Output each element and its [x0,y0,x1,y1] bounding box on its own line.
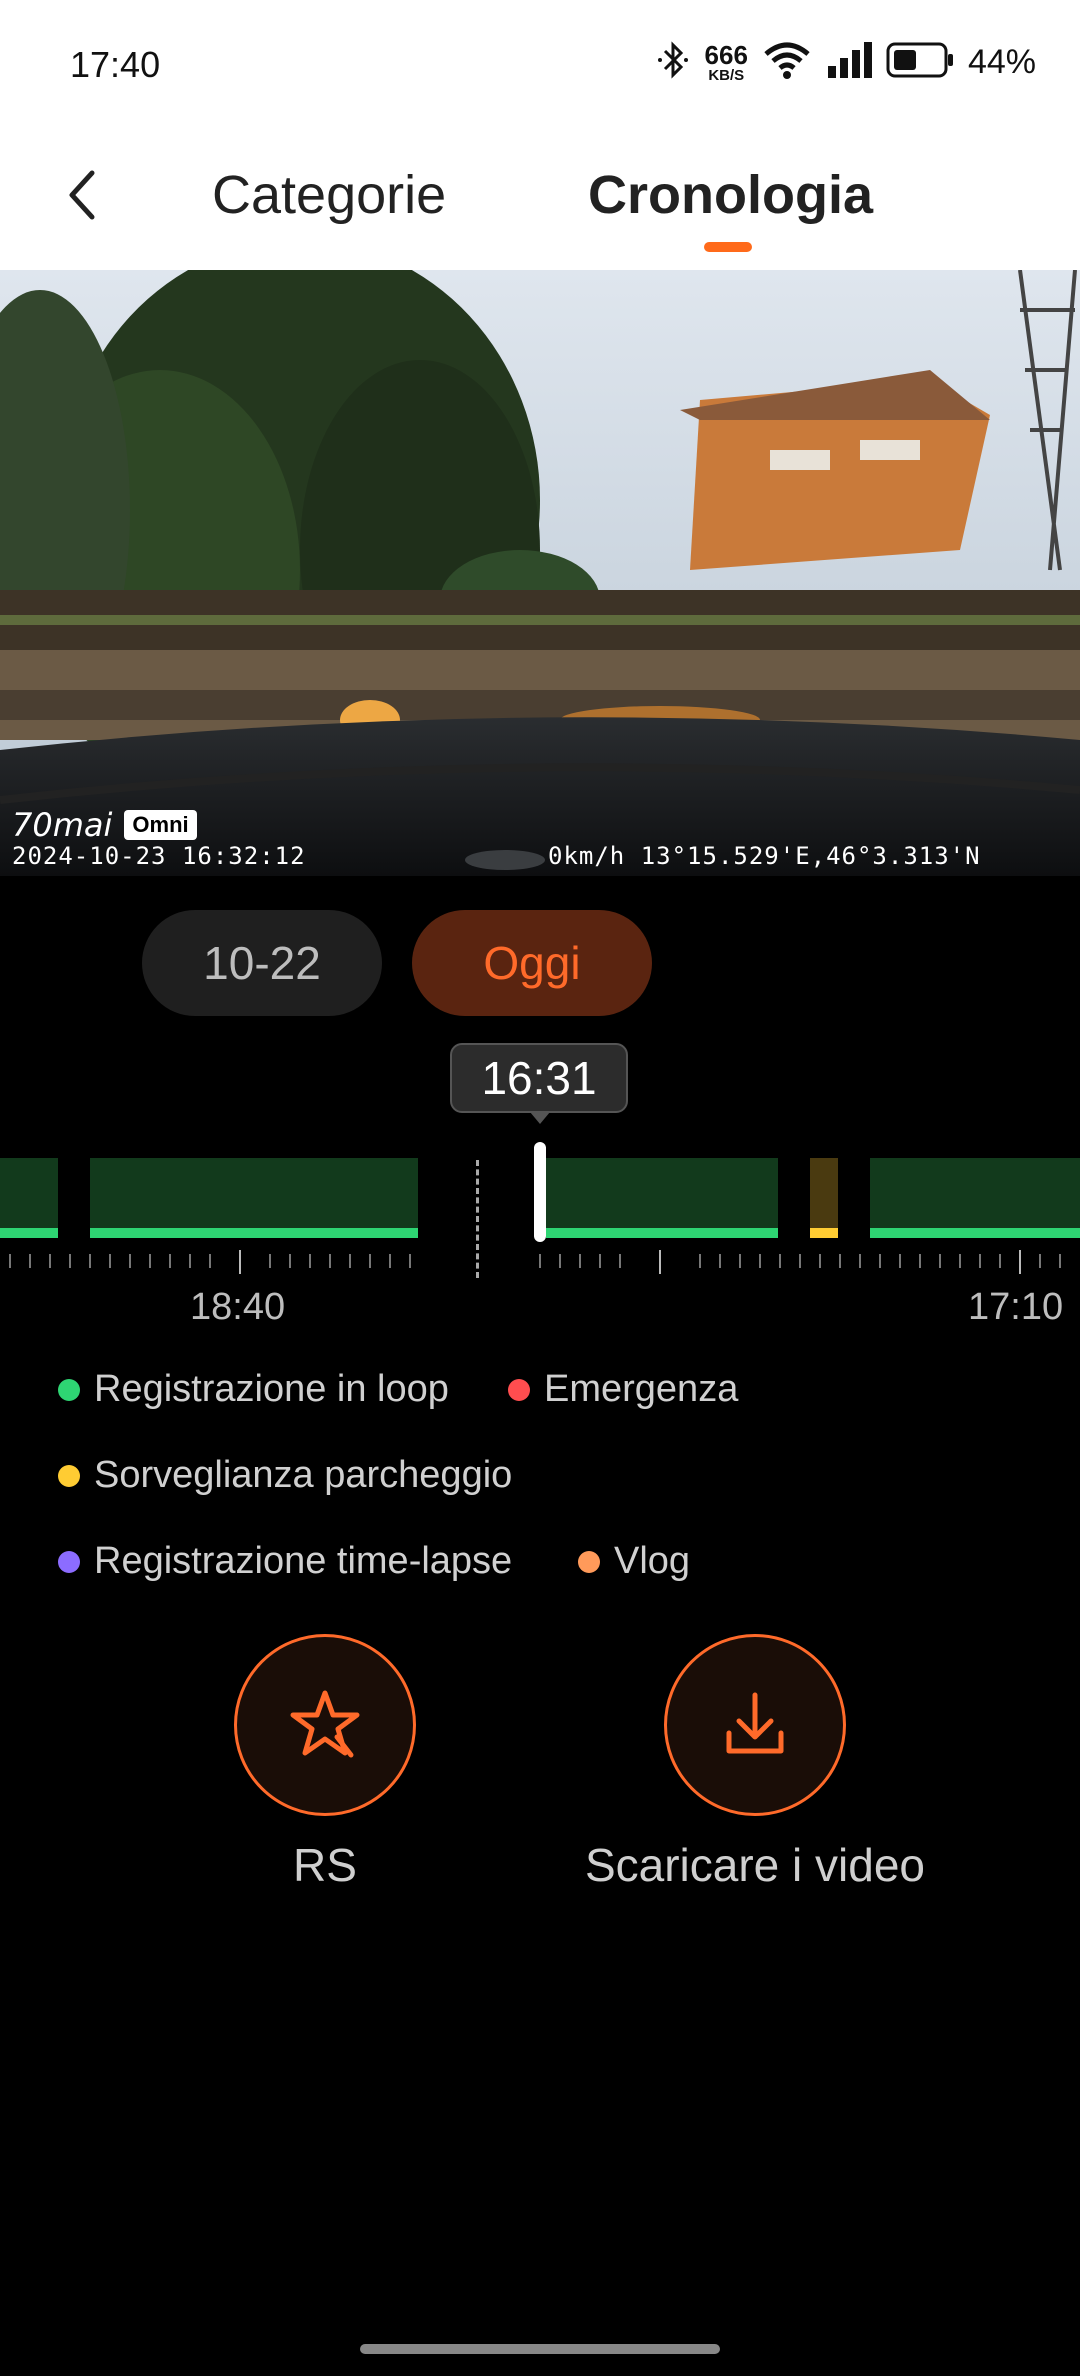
red-dot-icon [508,1378,530,1401]
status-time: 17:40 [70,44,161,85]
battery-icon [886,42,954,83]
video-preview[interactable]: 70mai Omni 2024-10-23 16:32:12 0km/h 13°… [0,270,1080,876]
home-indicator[interactable] [360,2344,720,2354]
bluetooth-icon [657,41,691,84]
model-badge: Omni [124,810,197,840]
rs-label: RS [293,1839,357,1891]
legend-label: Sorveglianza parcheggio [94,1454,513,1496]
chevron-left-icon [69,170,95,220]
legend-item-timelapse: Registrazione time-lapse [58,1540,512,1583]
video-frame-image [0,270,1080,876]
timeline-segment-loop[interactable] [0,1158,58,1238]
timeline-label: 17:10 [968,1286,1064,1328]
net-speed: 666 KB/S [704,40,748,84]
status-icons: 666 KB/S 44% [657,40,1036,85]
tab-cronologia[interactable]: Cronologia [588,165,873,225]
timeline-ruler[interactable] [0,1250,1080,1274]
download-icon [726,1692,784,1754]
tab-categorie[interactable]: Categorie [212,165,446,225]
legend-item-emergency: Emergenza [508,1368,738,1411]
orange-dot-icon [578,1550,600,1573]
download-button[interactable] [664,1634,846,1816]
tooltip-pointer [530,1112,550,1124]
green-dot-icon [58,1378,80,1401]
purple-dot-icon [58,1550,80,1573]
osd-brand: 70mai Omni [12,806,197,844]
battery-percent: 44% [967,43,1036,81]
legend-label: Vlog [614,1540,691,1582]
video-timestamp: 2024-10-23 16:32:12 [12,842,306,870]
wifi-icon [762,40,812,85]
legend-label: Registrazione time-lapse [94,1540,513,1582]
yellow-dot-icon [58,1464,80,1487]
date-chip-previous[interactable]: 10-22 [142,910,382,1016]
timeline-segment-loop[interactable] [546,1158,778,1238]
back-button[interactable] [62,165,102,225]
legend-item-parking: Sorveglianza parcheggio [58,1454,512,1497]
download-label: Scaricare i video [584,1839,926,1891]
timeline-playhead[interactable] [534,1142,546,1242]
rs-button[interactable] [234,1634,416,1816]
date-chip-today[interactable]: Oggi [412,910,652,1016]
brand-logo: 70mai [12,806,113,844]
timeline-segment-loop[interactable] [90,1158,418,1238]
app-header-area: 17:40 666 KB/S 44% Categorie Cronologia [0,0,1080,270]
timeline-segment-parking[interactable] [810,1158,838,1238]
timeline-segment-loop[interactable] [870,1158,1080,1238]
video-gps: 0km/h 13°15.529'E,46°3.313'N [548,842,981,870]
legend-label: Registrazione in loop [94,1368,449,1410]
star-icon [290,1690,360,1758]
legend-item-loop: Registrazione in loop [58,1368,449,1411]
legend-item-vlog: Vlog [578,1540,690,1583]
timeline-time-tooltip: 16:31 [450,1043,628,1113]
timeline-label: 18:40 [190,1286,286,1328]
timeline-now-marker [476,1160,479,1278]
signal-icon [826,42,872,83]
active-tab-indicator [704,242,752,252]
legend-label: Emergenza [544,1368,739,1410]
